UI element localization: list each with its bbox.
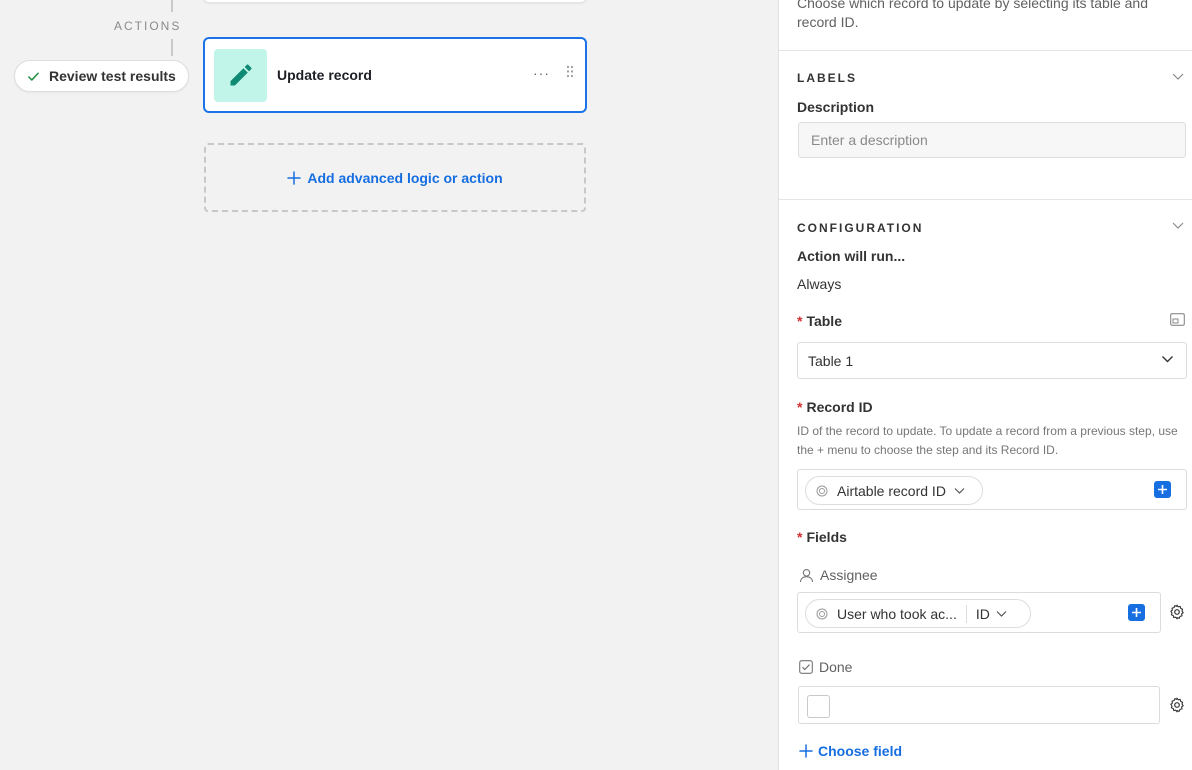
actions-label: ACTIONS [114, 19, 182, 33]
table-select-value: Table 1 [808, 352, 854, 369]
expand-icon[interactable] [1170, 313, 1185, 326]
plus-icon [287, 170, 302, 185]
previous-step-card[interactable] [203, 0, 587, 3]
chevron-down-icon [954, 487, 965, 494]
required-mark: * [797, 313, 803, 329]
choose-field-label: Choose field [818, 743, 903, 759]
assignee-input[interactable]: User who took ac... ID [797, 592, 1161, 633]
record-id-label: * Record ID [797, 399, 873, 415]
record-id-token-label: Airtable record ID [837, 482, 946, 499]
token-icon [816, 485, 828, 496]
action-card-title: Update record [277, 67, 372, 83]
check-icon [28, 72, 39, 81]
plus-icon [1132, 608, 1141, 617]
action-icon-tile [214, 48, 267, 102]
plus-icon [799, 744, 813, 758]
drag-handle-icon[interactable] [566, 65, 574, 78]
action-run-value[interactable]: Always [797, 276, 841, 292]
fields-label: * Fields [797, 529, 847, 545]
done-field-name: Done [799, 659, 852, 675]
table-label: * Table [797, 313, 842, 329]
chevron-down-icon[interactable] [1172, 72, 1184, 81]
record-id-token[interactable]: Airtable record ID [805, 476, 983, 505]
chevron-down-icon[interactable] [996, 610, 1007, 618]
assignee-token[interactable]: User who took ac... ID [805, 599, 1031, 628]
workflow-canvas: ACTIONS Review test results Update recor… [0, 0, 778, 770]
description-input[interactable] [798, 122, 1186, 158]
assignee-subtoken-label[interactable]: ID [976, 606, 990, 622]
user-icon [799, 568, 814, 582]
connector-line [171, 0, 173, 12]
review-test-results-button[interactable]: Review test results [14, 60, 189, 92]
config-panel: Choose which record to update by selecti… [778, 0, 1192, 770]
review-test-results-label: Review test results [49, 68, 176, 84]
labels-section-title: LABELS [797, 71, 857, 85]
insert-token-button[interactable] [1154, 481, 1171, 498]
assignee-token-label: User who took ac... [837, 605, 957, 622]
gear-icon[interactable] [1169, 604, 1185, 620]
token-icon [816, 608, 828, 619]
add-advanced-logic-button[interactable]: Add advanced logic or action [204, 143, 586, 212]
done-label: Done [819, 659, 853, 675]
action-run-label: Action will run... [797, 248, 906, 264]
gear-icon[interactable] [1169, 697, 1185, 713]
assignee-label: Assignee [820, 567, 878, 583]
insert-token-button[interactable] [1128, 604, 1145, 621]
record-id-help: ID of the record to update. To update a … [797, 424, 1178, 457]
chevron-down-icon[interactable] [1172, 221, 1184, 230]
more-icon[interactable]: ··· [533, 65, 550, 81]
record-id-input[interactable]: Airtable record ID [797, 469, 1187, 510]
update-record-action-card[interactable]: Update record ··· [203, 37, 587, 113]
pencil-icon [230, 64, 252, 86]
table-label-text: Table [806, 313, 842, 329]
record-id-label-text: Record ID [806, 399, 873, 415]
action-description-text: Choose which record to update by selecti… [797, 0, 1148, 30]
choose-field-button[interactable]: Choose field [799, 743, 902, 759]
connector-line [171, 39, 173, 56]
description-label: Description [797, 99, 875, 115]
plus-icon [1158, 485, 1167, 494]
required-mark: * [797, 529, 803, 545]
done-checkbox[interactable] [807, 695, 830, 718]
configuration-section-title: CONFIGURATION [797, 221, 924, 235]
section-divider [779, 199, 1192, 200]
checkbox-icon [799, 660, 813, 674]
done-input [798, 686, 1160, 724]
chevron-down-icon [1162, 356, 1173, 363]
table-select[interactable]: Table 1 [797, 342, 1187, 379]
fields-label-text: Fields [806, 529, 847, 545]
token-separator [965, 604, 967, 623]
add-advanced-logic-label: Add advanced logic or action [307, 169, 503, 186]
required-mark: * [797, 399, 803, 415]
section-divider [779, 50, 1192, 51]
assignee-field-name: Assignee [799, 567, 878, 583]
